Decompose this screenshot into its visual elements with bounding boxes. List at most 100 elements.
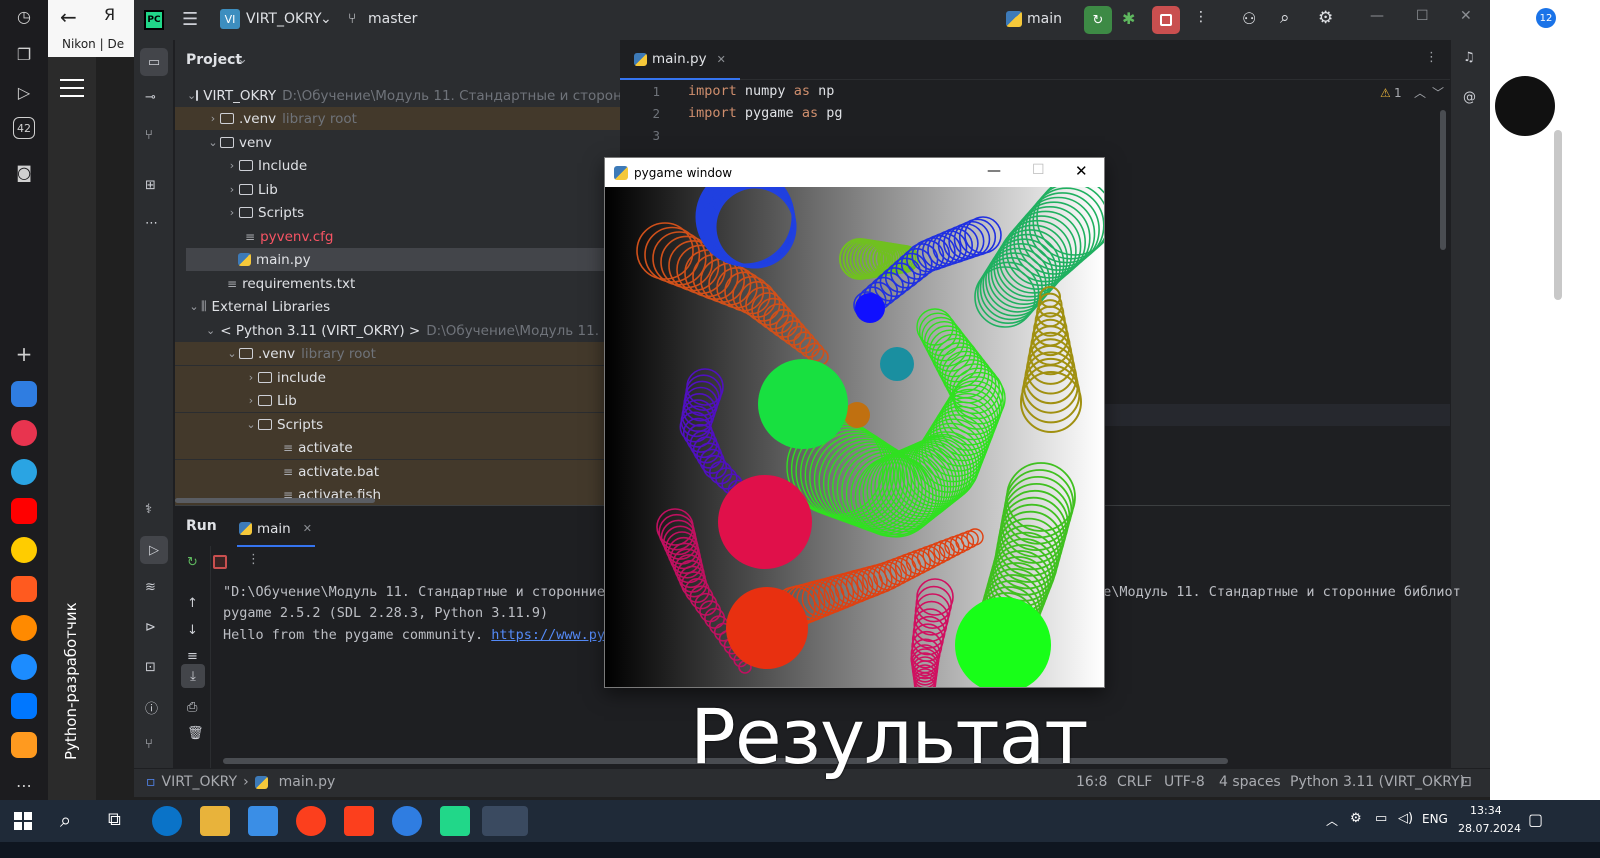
yandex-icon[interactable]	[344, 806, 374, 836]
line-separator[interactable]: CRLF	[1117, 774, 1152, 790]
notifications-icon[interactable]: ♫	[1463, 50, 1475, 65]
minimize-icon[interactable]: —	[987, 163, 1001, 179]
main-menu-icon[interactable]: ☰	[182, 9, 198, 30]
tree-item-include[interactable]: › Include	[175, 154, 620, 177]
code-line[interactable]: 2 import pygame as pg	[620, 102, 1450, 124]
project-badge[interactable]: VI	[220, 9, 240, 29]
telegram-icon[interactable]	[11, 459, 37, 485]
start-icon[interactable]	[14, 812, 32, 830]
scroll-down-icon[interactable]: ↓	[187, 623, 198, 638]
problems-icon[interactable]: ⓘ	[145, 698, 158, 717]
app-icon-5[interactable]	[11, 615, 37, 641]
rerun-icon[interactable]: ↻	[187, 555, 198, 570]
tree-item-scripts[interactable]: › Scripts	[175, 201, 620, 224]
collections-icon[interactable]: ❐	[10, 40, 38, 68]
chevron-down-icon[interactable]: ⌄	[237, 52, 248, 67]
close-icon[interactable]: ✕	[303, 522, 312, 535]
chevron-up-icon[interactable]: ︿	[1326, 812, 1338, 829]
notification-badge[interactable]: 12	[1536, 8, 1556, 28]
notification-center-icon[interactable]: ▢	[1528, 810, 1543, 829]
file-explorer-icon[interactable]	[200, 806, 230, 836]
output-link[interactable]: https://www.pyga	[491, 627, 621, 643]
task-view-icon[interactable]: ⧉	[108, 809, 121, 830]
run-tab-main[interactable]: main ✕	[237, 512, 315, 547]
code-line[interactable]: 1 import numpy as np	[620, 80, 1450, 102]
more-tools-icon[interactable]: ⋯	[145, 216, 158, 231]
close-icon[interactable]: ✕	[1460, 8, 1472, 24]
close-icon[interactable]: ✕	[1075, 162, 1088, 180]
python-taskbar-icon[interactable]	[482, 806, 528, 836]
edge-icon[interactable]	[152, 806, 182, 836]
breadcrumb-file[interactable]: main.py	[279, 774, 336, 790]
yandex-icon[interactable]: Я	[104, 5, 115, 24]
file-encoding[interactable]: UTF-8	[1164, 774, 1205, 790]
app-icon-3[interactable]	[11, 537, 37, 563]
network-icon[interactable]: ▭	[1375, 811, 1387, 826]
clock-date[interactable]: 28.07.2024	[1458, 822, 1521, 835]
pygame-titlebar[interactable]: pygame window — ☐ ✕	[605, 158, 1104, 187]
pull-request-icon[interactable]: ⑂	[145, 128, 153, 143]
breadcrumb-project[interactable]: VIRT_OKRY	[162, 774, 238, 790]
bookmark-link[interactable]: Nikon | De	[62, 37, 124, 51]
app-icon-4[interactable]	[11, 576, 37, 602]
avatar[interactable]	[1495, 76, 1555, 136]
tree-item-sdk-lib[interactable]: › Lib	[175, 389, 620, 412]
app-icon-2[interactable]	[11, 420, 37, 446]
language-indicator[interactable]: ENG	[1422, 812, 1448, 826]
mail-icon[interactable]	[11, 732, 37, 758]
horizontal-scrollbar[interactable]	[175, 498, 375, 503]
youtube-icon[interactable]	[11, 498, 37, 524]
maximize-icon[interactable]: ☐	[1032, 162, 1045, 178]
gear-icon[interactable]: ⚙	[1318, 8, 1333, 28]
tree-item-python-sdk[interactable]: ⌄ < Python 3.11 (VIRT_OKRY) > D:\Обучение\…	[175, 319, 629, 342]
lock-icon[interactable]: ⊡	[1460, 774, 1472, 790]
tree-item-pyvenv[interactable]: ≡ pyvenv.cfg	[175, 225, 620, 248]
run-config-selector[interactable]: main	[1027, 11, 1062, 27]
volume-icon[interactable]: ◁)	[1398, 811, 1413, 826]
pycharm-icon[interactable]	[440, 806, 470, 836]
trash-icon[interactable]: 🗑	[187, 726, 204, 741]
commit-icon[interactable]: ⊸	[145, 90, 156, 105]
debug-icon[interactable]: ✱	[1122, 9, 1135, 28]
search-icon[interactable]: ⌕	[1280, 8, 1290, 28]
interpreter-selector[interactable]: Python 3.11 (VIRT_OKRY)	[1290, 774, 1465, 790]
stop-button[interactable]	[1152, 6, 1180, 34]
search-icon[interactable]: ⌕	[60, 808, 71, 832]
services-icon[interactable]: ⊳	[145, 620, 156, 635]
tree-item-activate-bat[interactable]: ≡ activate.bat	[175, 460, 620, 483]
scrollbar[interactable]	[1554, 130, 1562, 300]
minimize-icon[interactable]: —	[1370, 8, 1384, 24]
back-icon[interactable]: ←	[60, 5, 77, 29]
tree-item-main-py[interactable]: main.py	[186, 248, 616, 271]
pygame-window[interactable]: pygame window — ☐ ✕	[604, 157, 1105, 688]
yandex-browser-icon[interactable]	[296, 806, 326, 836]
indent-setting[interactable]: 4 spaces	[1219, 774, 1281, 790]
camera-icon[interactable]: ◙	[10, 158, 38, 186]
clock-time[interactable]: 13:34	[1470, 804, 1502, 817]
rerun-button[interactable]: ↻	[1084, 6, 1112, 34]
project-selector[interactable]: VIRT_OKRY	[246, 11, 322, 27]
tray-icon[interactable]: ⚙	[1350, 811, 1362, 826]
add-icon[interactable]: +	[10, 340, 38, 368]
tree-root[interactable]: ⌄ VIRT_OKRY D:\Обучение\Модуль 11. Стандар…	[175, 84, 648, 107]
tree-item-requirements[interactable]: ≡ requirements.txt	[175, 272, 620, 295]
code-line[interactable]: 3	[620, 124, 1450, 146]
more-icon[interactable]: ⋮	[1425, 50, 1438, 65]
stop-icon[interactable]	[213, 555, 227, 569]
menu-icon[interactable]	[60, 79, 84, 81]
project-tool-icon[interactable]: ▭	[140, 48, 168, 76]
tab-main-py[interactable]: main.py ✕	[620, 40, 740, 80]
add-user-icon[interactable]: ⚇	[1242, 9, 1256, 28]
badge-42[interactable]: 42	[13, 117, 35, 139]
print-icon[interactable]: ⎙	[187, 700, 197, 715]
project-pane-title[interactable]: Project	[186, 52, 242, 68]
app-icon[interactable]	[392, 806, 422, 836]
close-icon[interactable]: ✕	[717, 53, 726, 66]
git-icon[interactable]: ⑂	[145, 737, 153, 752]
tree-item-lib[interactable]: › Lib	[175, 178, 620, 201]
more-icon[interactable]: ⋯	[10, 771, 38, 799]
more-actions-icon[interactable]: ⋮	[1194, 9, 1208, 25]
more-icon[interactable]: ⋮	[247, 552, 260, 567]
scroll-to-end-icon[interactable]: ⤓	[181, 664, 205, 688]
maximize-icon[interactable]: ☐	[1416, 8, 1429, 24]
